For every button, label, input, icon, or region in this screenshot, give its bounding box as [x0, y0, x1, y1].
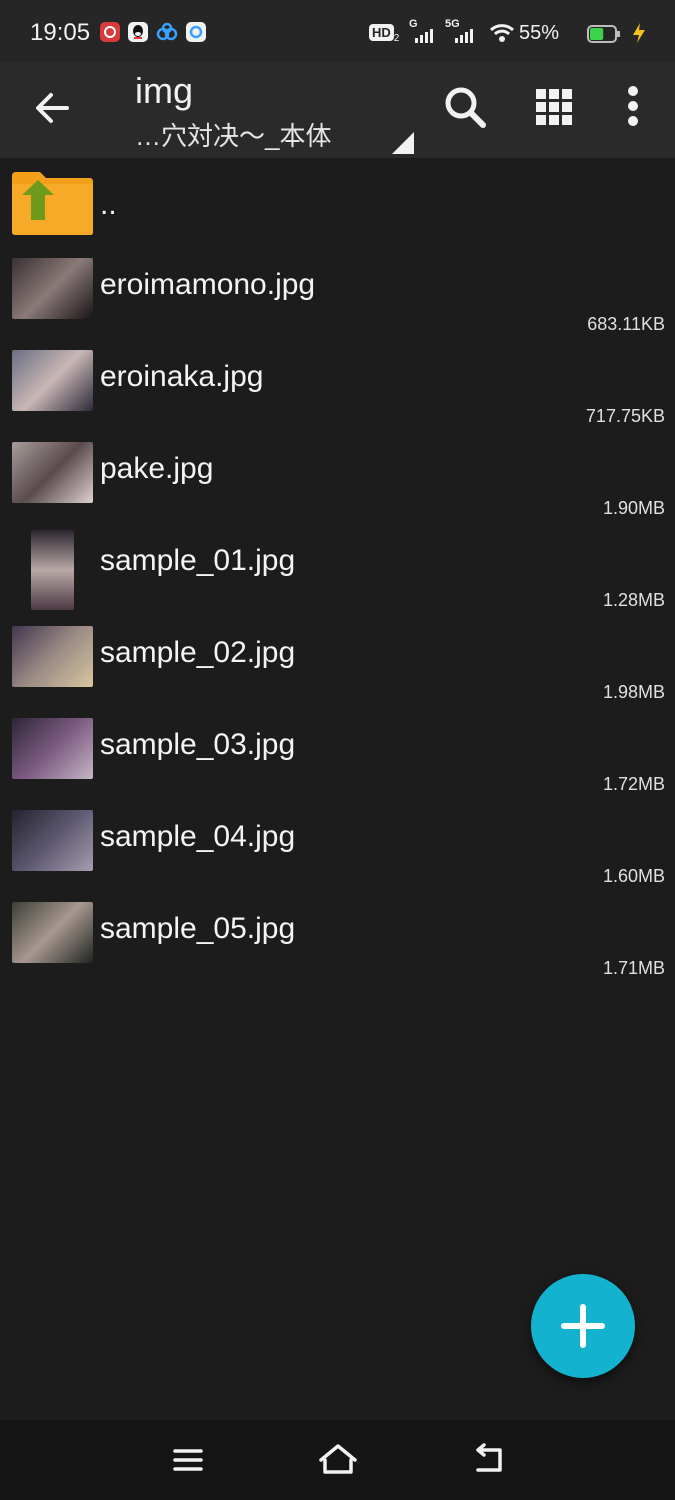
page-title: img	[135, 70, 194, 111]
file-name: sample_01.jpg	[100, 544, 296, 577]
file-name: pake.jpg	[100, 452, 214, 485]
list-item[interactable]: sample_03.jpg 1.72MB	[0, 710, 675, 802]
charging-icon	[631, 22, 647, 49]
file-size: 683.11KB	[587, 314, 665, 334]
hd-label: HD	[369, 24, 394, 41]
list-item[interactable]: pake.jpg 1.90MB	[0, 434, 675, 526]
file-name: sample_05.jpg	[100, 912, 296, 945]
plus-icon	[561, 1304, 605, 1348]
folder-up-icon	[12, 172, 93, 235]
file-size: 1.98MB	[602, 682, 665, 702]
file-name: eroinaka.jpg	[100, 360, 264, 393]
search-button[interactable]	[436, 78, 496, 138]
file-size: 717.75KB	[585, 406, 665, 426]
grid-icon	[536, 89, 572, 125]
list-item[interactable]: sample_02.jpg 1.98MB	[0, 618, 675, 710]
file-name: ..	[100, 188, 117, 221]
back-button[interactable]	[25, 80, 81, 136]
wifi-icon	[489, 22, 515, 49]
hd-icon: HD 2	[369, 24, 399, 44]
recents-button[interactable]	[166, 1438, 210, 1482]
back-nav-button[interactable]	[466, 1438, 510, 1482]
status-bar: 19:05 HD 2 G 5G 55%	[0, 0, 675, 62]
image-thumbnail	[12, 258, 93, 319]
navigation-bar	[0, 1420, 675, 1500]
image-thumbnail	[12, 350, 93, 411]
toolbar: img …穴対决～_本体	[0, 62, 675, 158]
list-item[interactable]: eroinaka.jpg 717.75KB	[0, 342, 675, 434]
image-thumbnail	[12, 442, 93, 503]
file-size: 1.71MB	[602, 958, 665, 978]
file-name: sample_04.jpg	[100, 820, 296, 853]
list-item-parent-folder[interactable]: ..	[0, 158, 675, 250]
list-item[interactable]: eroimamono.jpg 683.11KB	[0, 250, 675, 342]
file-size: 1.60MB	[602, 866, 665, 886]
arrow-left-icon	[36, 93, 69, 123]
list-item[interactable]: sample_05.jpg 1.71MB	[0, 894, 675, 986]
add-button[interactable]	[531, 1274, 635, 1378]
hd-sub: 2	[393, 33, 400, 44]
qq-icon	[128, 22, 148, 42]
list-item[interactable]: sample_04.jpg 1.60MB	[0, 802, 675, 894]
baidu-netdisk-icon	[156, 22, 178, 42]
battery-percent: 55%	[519, 22, 560, 44]
battery-icon	[587, 24, 621, 49]
cloud-app-icon	[186, 22, 206, 42]
search-icon	[445, 87, 486, 128]
path-subtitle[interactable]: …穴対决～_本体	[135, 116, 331, 153]
file-size: 1.72MB	[602, 774, 665, 794]
home-button[interactable]	[316, 1438, 360, 1482]
more-vert-icon	[628, 86, 638, 126]
status-time: 19:05	[30, 19, 91, 46]
file-name: sample_02.jpg	[100, 636, 296, 669]
grid-view-button[interactable]	[524, 78, 584, 138]
image-thumbnail	[12, 718, 93, 779]
netease-music-icon	[100, 22, 120, 42]
menu-icon	[173, 1449, 203, 1471]
image-thumbnail	[12, 626, 93, 687]
image-thumbnail	[31, 530, 74, 610]
image-thumbnail	[12, 810, 93, 871]
file-size: 1.90MB	[602, 498, 665, 518]
file-size: 1.28MB	[602, 590, 665, 610]
back-icon	[476, 1443, 502, 1472]
image-thumbnail	[12, 902, 93, 963]
more-options-button[interactable]	[603, 78, 663, 138]
file-name: sample_03.jpg	[100, 728, 296, 761]
home-icon	[319, 1444, 357, 1474]
list-item[interactable]: sample_01.jpg 1.28MB	[0, 526, 675, 618]
dropdown-triangle-icon[interactable]	[392, 132, 414, 154]
file-name: eroimamono.jpg	[100, 268, 316, 301]
